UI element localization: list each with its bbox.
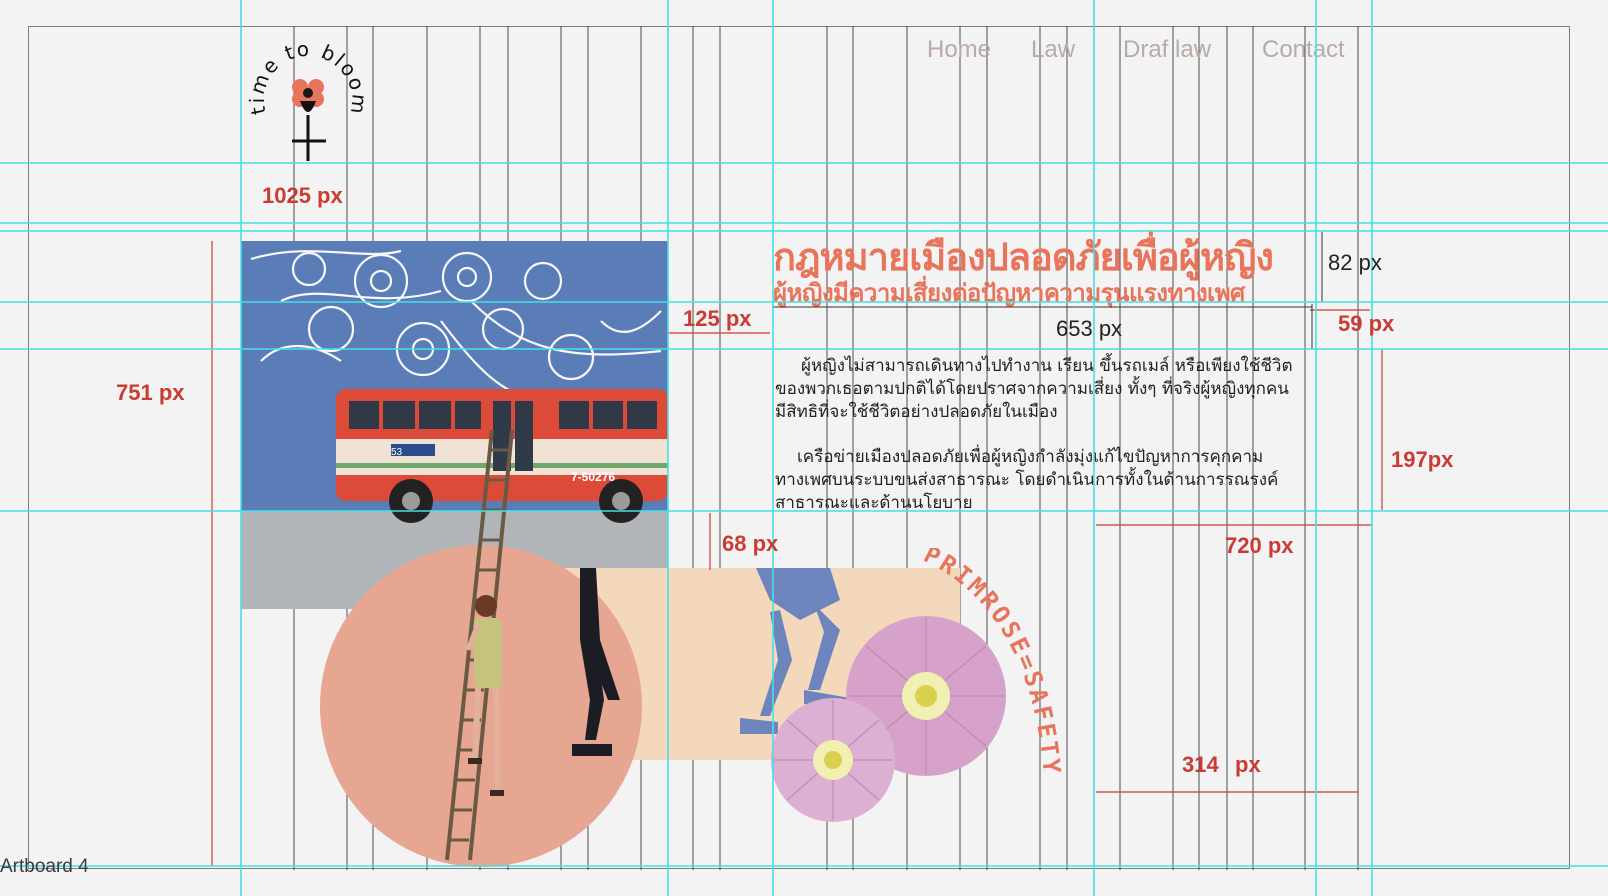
measure-653: 653 px — [1056, 316, 1123, 341]
measure-82: 82 px — [1328, 250, 1382, 275]
measure-314-unit: px — [1235, 752, 1261, 777]
measure-59: 59 px — [1338, 311, 1395, 336]
cyan-guides — [0, 0, 1608, 896]
measure-720: 720 px — [1225, 533, 1294, 558]
measure-314: 314 — [1182, 752, 1219, 777]
measure-197: 197px — [1391, 447, 1454, 472]
measure-68: 68 px — [722, 531, 779, 556]
artboard-label: Artboard 4 — [0, 856, 89, 877]
measure-751: 751 px — [116, 380, 185, 405]
measure-125: 125 px — [683, 306, 752, 331]
measure-1025: 1025 px — [262, 183, 343, 208]
